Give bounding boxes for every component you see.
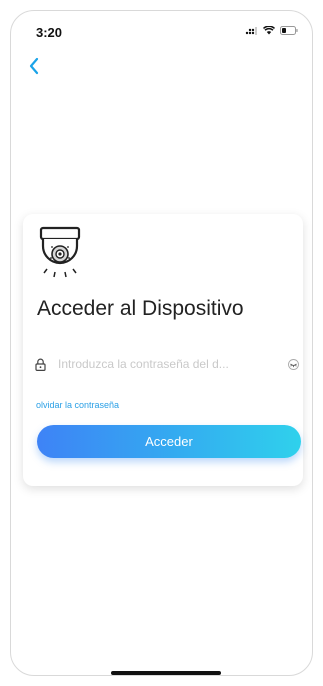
password-field[interactable] xyxy=(58,357,288,371)
battery-icon xyxy=(280,26,298,35)
back-button[interactable] xyxy=(21,53,47,79)
dome-camera-icon xyxy=(39,226,81,278)
chevron-left-icon xyxy=(29,57,39,75)
home-indicator[interactable] xyxy=(111,671,221,675)
login-button[interactable]: Acceder xyxy=(37,425,301,458)
wifi-icon xyxy=(263,26,275,35)
login-card: Acceder al Dispositivo olvidar la contra… xyxy=(23,214,303,486)
phone-screen: 3:20 Acceder al Dispositivo olvidar la c… xyxy=(10,10,313,676)
status-bar: 3:20 xyxy=(11,11,312,51)
eye-closed-icon[interactable] xyxy=(288,358,299,370)
status-icons xyxy=(245,26,298,35)
password-row xyxy=(35,352,299,376)
signal-icon xyxy=(245,26,257,35)
lock-icon xyxy=(35,358,46,371)
status-time: 3:20 xyxy=(36,25,63,40)
forgot-password-link[interactable]: olvidar la contraseña xyxy=(36,400,119,410)
page-title: Acceder al Dispositivo xyxy=(37,297,244,320)
